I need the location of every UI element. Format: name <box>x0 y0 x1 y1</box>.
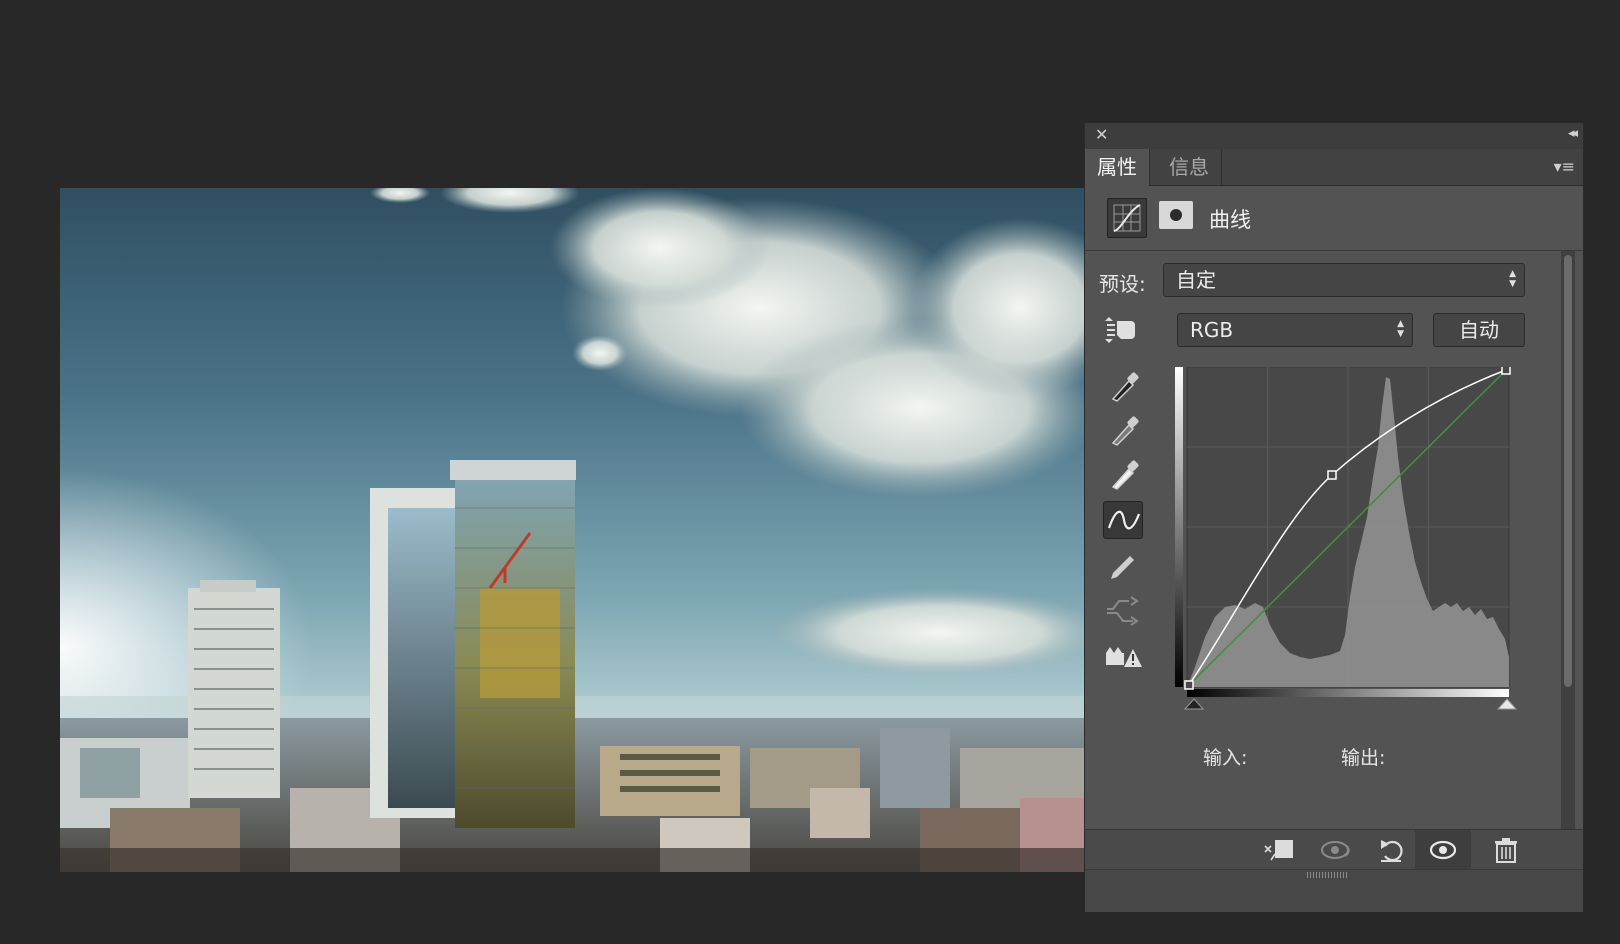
preset-label: 预设: <box>1099 272 1146 296</box>
clip-to-layer-icon[interactable] <box>1261 836 1293 864</box>
panel-scrollbar[interactable] <box>1561 251 1575 829</box>
dropdown-arrows-icon: ▲ ▼ <box>1509 269 1516 289</box>
reset-icon[interactable] <box>1375 836 1405 864</box>
trash-icon[interactable] <box>1491 836 1521 864</box>
black-input-slider[interactable] <box>1183 698 1205 710</box>
white-point-eyedropper-icon[interactable] <box>1103 455 1143 493</box>
channel-value: RGB <box>1190 318 1234 342</box>
curves-adjustment-icon[interactable] <box>1107 198 1147 238</box>
clipping-warning-icon[interactable] <box>1103 637 1143 675</box>
collapse-panel-icon[interactable]: ◂◂ <box>1568 126 1578 141</box>
draw-pencil-icon[interactable] <box>1103 547 1143 585</box>
auto-button[interactable]: 自动 <box>1433 313 1525 347</box>
curves-graph[interactable] <box>1175 367 1525 711</box>
smooth-curve-icon[interactable] <box>1103 591 1143 629</box>
black-point-eyedropper-icon[interactable] <box>1103 367 1143 405</box>
close-icon[interactable]: ✕ <box>1095 125 1108 144</box>
document-canvas-image[interactable] <box>60 188 1084 872</box>
panel-bottom-toolbar <box>1085 829 1583 870</box>
input-gradient-bar <box>1187 689 1509 697</box>
on-image-adjust-icon[interactable] <box>1103 311 1143 349</box>
properties-panel: ✕ ◂◂ 属性 信息 ▾≡ 曲线 预设: 自定 ▲ ▼ RGB ▲ ▼ 自动 输… <box>1084 122 1584 912</box>
scrollbar-thumb[interactable] <box>1564 255 1572 687</box>
preset-value: 自定 <box>1176 268 1216 292</box>
adjustment-title: 曲线 <box>1209 208 1251 232</box>
edit-points-curve-icon[interactable] <box>1103 501 1143 539</box>
output-gradient-bar <box>1175 367 1183 687</box>
panel-title-bar[interactable]: ✕ ◂◂ <box>1085 123 1583 150</box>
tab-info[interactable]: 信息 <box>1157 149 1222 185</box>
gray-point-eyedropper-icon[interactable] <box>1103 411 1143 449</box>
preset-dropdown[interactable]: 自定 ▲ ▼ <box>1163 263 1525 297</box>
visibility-eye-icon[interactable] <box>1415 830 1471 870</box>
input-label: 输入: <box>1203 747 1248 769</box>
tab-properties[interactable]: 属性 <box>1085 149 1150 186</box>
output-label: 输出: <box>1341 747 1386 769</box>
city-skyline-photo <box>60 188 1084 872</box>
adjustment-header: 曲线 <box>1085 186 1583 251</box>
panel-menu-icon[interactable]: ▾≡ <box>1554 157 1575 176</box>
resize-grip-icon[interactable] <box>1307 872 1347 878</box>
curve-point-black[interactable] <box>1184 680 1194 690</box>
visibility-toggle-area[interactable] <box>1415 830 1471 870</box>
curve-point-white[interactable] <box>1501 367 1511 375</box>
channel-dropdown[interactable]: RGB ▲ ▼ <box>1177 313 1413 347</box>
view-previous-state-icon[interactable] <box>1319 836 1350 864</box>
curve-point-mid[interactable] <box>1327 470 1337 480</box>
layer-mask-icon[interactable] <box>1159 201 1193 229</box>
dropdown-arrows-icon: ▲ ▼ <box>1397 319 1404 339</box>
panel-resize-strip[interactable] <box>1085 869 1583 912</box>
white-input-slider[interactable] <box>1496 698 1518 710</box>
panel-tab-bar: 属性 信息 ▾≡ <box>1085 149 1583 186</box>
